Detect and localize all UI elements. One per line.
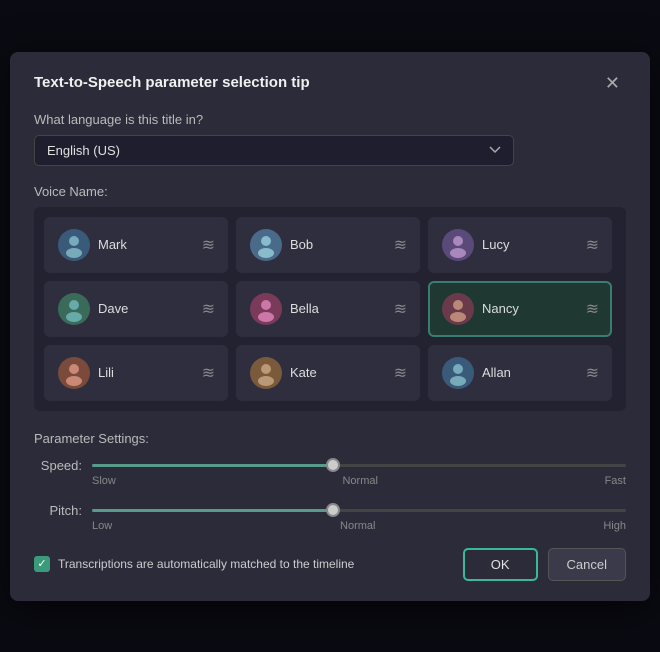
speed-slider[interactable]: [92, 464, 626, 467]
voice-section: Voice Name: Mark ≋: [34, 184, 626, 411]
voice-name-bob: Bob: [290, 237, 313, 252]
speed-row: Speed: Slow Normal Fast: [34, 454, 626, 487]
avatar-allan: [442, 357, 474, 389]
params-section: Parameter Settings: Speed: Slow Normal F…: [34, 431, 626, 532]
voice-card-nancy-left: Nancy: [442, 293, 519, 325]
voice-card-kate[interactable]: Kate ≋: [236, 345, 420, 401]
dialog-footer: ✓ Transcriptions are automatically match…: [34, 548, 626, 581]
waveform-icon-lucy[interactable]: ≋: [586, 235, 598, 255]
pitch-label-normal: Normal: [340, 520, 375, 532]
voice-card-nancy[interactable]: Nancy ≋: [428, 281, 612, 337]
speed-labels: Slow Normal Fast: [92, 475, 626, 487]
voice-card-bob[interactable]: Bob ≋: [236, 217, 420, 273]
voice-card-bella-left: Bella: [250, 293, 319, 325]
voice-name-allan: Allan: [482, 365, 511, 380]
voice-card-bob-left: Bob: [250, 229, 313, 261]
waveform-icon-allan[interactable]: ≋: [586, 363, 598, 383]
pitch-row: Pitch: Low Normal High: [34, 499, 626, 532]
voice-name-bella: Bella: [290, 301, 319, 316]
avatar-mark: [58, 229, 90, 261]
speed-label-fast: Fast: [605, 475, 626, 487]
tts-dialog: Text-to-Speech parameter selection tip ✕…: [10, 52, 650, 601]
voice-card-lili-left: Lili: [58, 357, 114, 389]
pitch-label-low: Low: [92, 520, 112, 532]
voice-name-lili: Lili: [98, 365, 114, 380]
pitch-label-high: High: [603, 520, 626, 532]
voice-card-lili[interactable]: Lili ≋: [44, 345, 228, 401]
checkmark-icon: ✓: [37, 559, 46, 570]
voice-name-mark: Mark: [98, 237, 127, 252]
pitch-labels: Low Normal High: [92, 520, 626, 532]
waveform-icon-lili[interactable]: ≋: [202, 363, 214, 383]
voice-card-lucy[interactable]: Lucy ≋: [428, 217, 612, 273]
pitch-slider-container: Low Normal High: [92, 499, 626, 532]
waveform-icon-kate[interactable]: ≋: [394, 363, 406, 383]
avatar-lucy: [442, 229, 474, 261]
close-button[interactable]: ✕: [599, 72, 626, 94]
dialog-header: Text-to-Speech parameter selection tip ✕: [34, 72, 626, 94]
voice-name-nancy: Nancy: [482, 301, 519, 316]
pitch-label: Pitch:: [34, 499, 82, 518]
voice-card-bella[interactable]: Bella ≋: [236, 281, 420, 337]
pitch-slider[interactable]: [92, 509, 626, 512]
voice-name-kate: Kate: [290, 365, 317, 380]
language-select[interactable]: English (US) English (UK) Spanish French…: [34, 135, 514, 166]
waveform-icon-dave[interactable]: ≋: [202, 299, 214, 319]
avatar-dave: [58, 293, 90, 325]
params-label: Parameter Settings:: [34, 431, 626, 446]
ok-button[interactable]: OK: [463, 548, 538, 581]
language-label: What language is this title in?: [34, 112, 626, 127]
avatar-bella: [250, 293, 282, 325]
avatar-nancy: [442, 293, 474, 325]
voice-card-dave[interactable]: Dave ≋: [44, 281, 228, 337]
speed-label-slow: Slow: [92, 475, 116, 487]
voice-name-dave: Dave: [98, 301, 128, 316]
checkbox-row[interactable]: ✓ Transcriptions are automatically match…: [34, 556, 354, 572]
avatar-bob: [250, 229, 282, 261]
voice-card-allan-left: Allan: [442, 357, 511, 389]
button-group: OK Cancel: [463, 548, 626, 581]
language-section: What language is this title in? English …: [34, 112, 626, 166]
avatar-lili: [58, 357, 90, 389]
voice-card-mark-left: Mark: [58, 229, 127, 261]
waveform-icon-nancy[interactable]: ≋: [586, 299, 598, 319]
speed-slider-container: Slow Normal Fast: [92, 454, 626, 487]
voice-grid: Mark ≋ Bob ≋: [44, 217, 616, 401]
voice-card-kate-left: Kate: [250, 357, 317, 389]
auto-match-checkbox[interactable]: ✓: [34, 556, 50, 572]
voice-card-allan[interactable]: Allan ≋: [428, 345, 612, 401]
avatar-kate: [250, 357, 282, 389]
waveform-icon-bob[interactable]: ≋: [394, 235, 406, 255]
waveform-icon-bella[interactable]: ≋: [394, 299, 406, 319]
voice-label: Voice Name:: [34, 184, 626, 199]
cancel-button[interactable]: Cancel: [548, 548, 626, 581]
voice-card-lucy-left: Lucy: [442, 229, 509, 261]
voice-card-dave-left: Dave: [58, 293, 128, 325]
checkbox-label: Transcriptions are automatically matched…: [58, 557, 354, 571]
speed-label-normal: Normal: [342, 475, 377, 487]
voice-card-mark[interactable]: Mark ≋: [44, 217, 228, 273]
waveform-icon-mark[interactable]: ≋: [202, 235, 214, 255]
speed-label: Speed:: [34, 454, 82, 473]
voice-grid-container: Mark ≋ Bob ≋: [34, 207, 626, 411]
dialog-title: Text-to-Speech parameter selection tip: [34, 74, 310, 91]
voice-name-lucy: Lucy: [482, 237, 509, 252]
